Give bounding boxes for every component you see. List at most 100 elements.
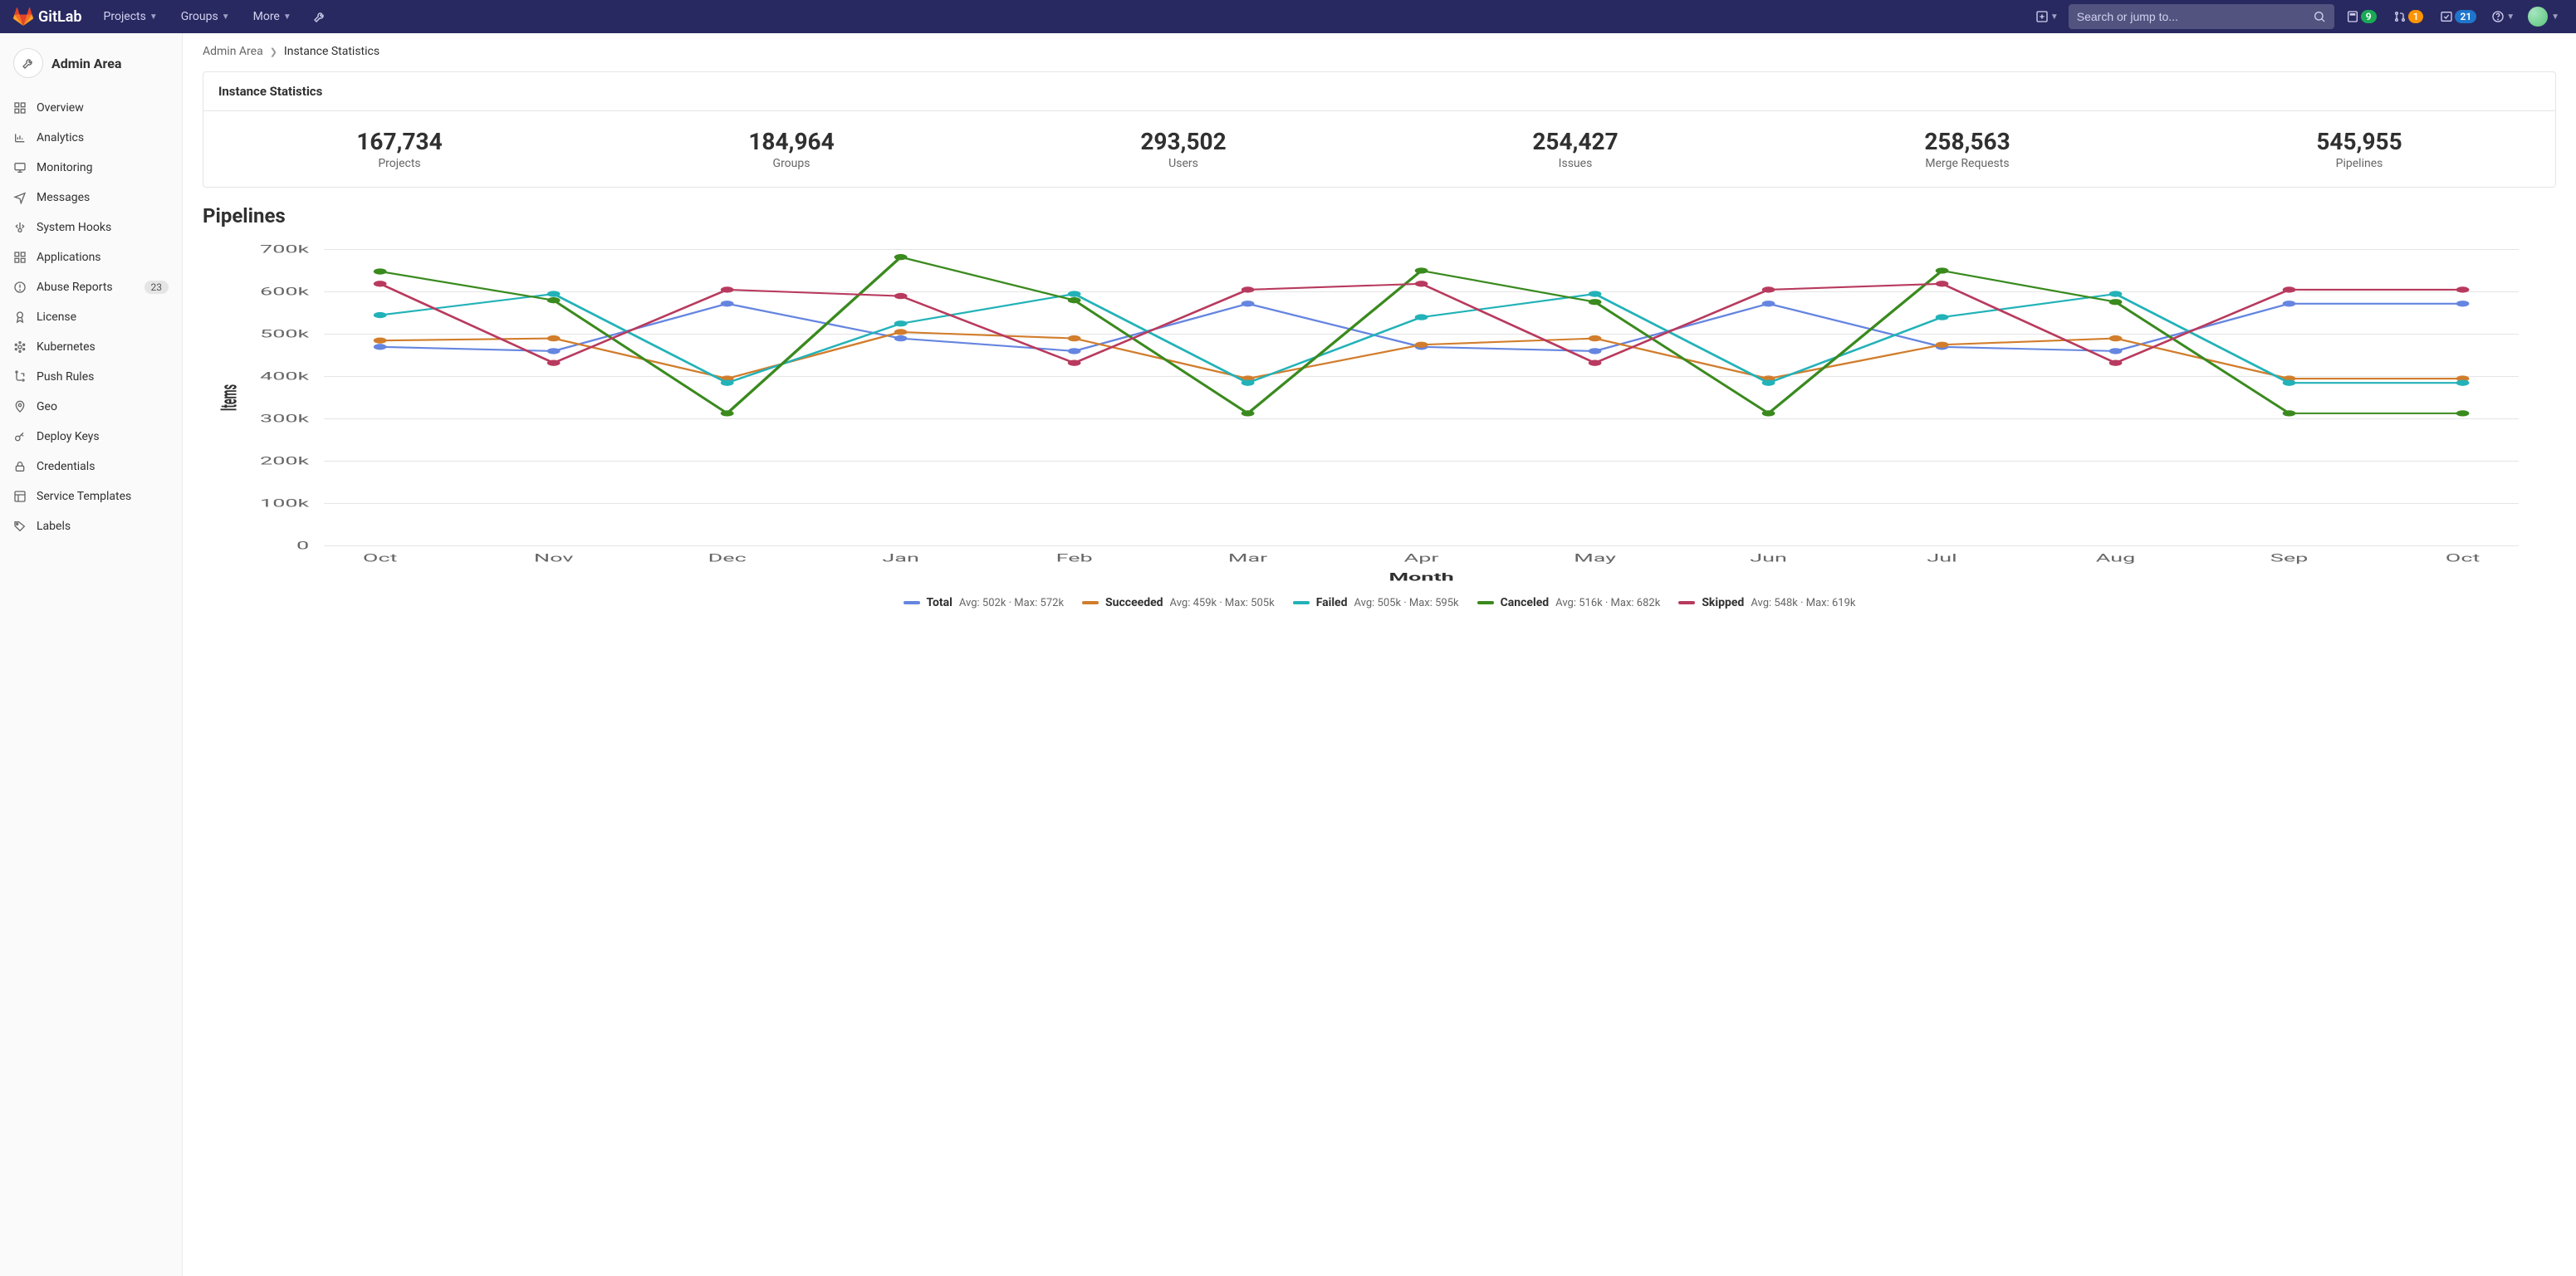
avatar [2528, 7, 2548, 27]
sidebar-item-label: Credentials [37, 460, 95, 473]
plus-menu[interactable]: ▼ [2032, 3, 2062, 30]
sidebar-item-deploy-keys[interactable]: Deploy Keys [0, 422, 182, 452]
svg-text:600k: 600k [260, 286, 310, 298]
legend-stats: Avg: 516k · Max: 682k [1555, 597, 1660, 609]
sidebar-item-abuse-reports[interactable]: Abuse Reports 23 [0, 272, 182, 302]
stat-users: 293,502 Users [987, 128, 1379, 170]
svg-text:300k: 300k [260, 413, 310, 425]
admin-wrench-icon[interactable] [306, 3, 333, 30]
sidebar-item-credentials[interactable]: Credentials [0, 452, 182, 482]
sidebar-item-label: Push Rules [37, 370, 94, 384]
chevron-right-icon: ❯ [270, 46, 277, 57]
legend-name: Skipped [1702, 596, 1744, 609]
svg-text:Month: Month [1389, 571, 1454, 584]
sidebar-item-messages[interactable]: Messages [0, 183, 182, 213]
key-icon [13, 430, 27, 443]
sidebar-item-applications[interactable]: Applications [0, 242, 182, 272]
todos-counter[interactable]: 21 [2435, 10, 2481, 23]
nav-projects[interactable]: Projects▼ [95, 0, 166, 33]
sidebar-item-label: Applications [37, 251, 101, 264]
svg-text:Oct: Oct [2446, 552, 2481, 565]
geo-icon [13, 400, 27, 413]
legend-stats: Avg: 459k · Max: 505k [1170, 597, 1275, 609]
stats-panel: Instance Statistics 167,734Projects184,9… [203, 71, 2556, 188]
abuse-icon [13, 281, 27, 294]
search-icon [2313, 10, 2326, 23]
breadcrumb-root[interactable]: Admin Area [203, 45, 263, 58]
merge-requests-counter[interactable]: 1 [2388, 10, 2429, 23]
sidebar-item-label: System Hooks [37, 221, 111, 234]
sidebar-item-label: Labels [37, 520, 71, 533]
breadcrumb: Admin Area ❯ Instance Statistics [203, 45, 2556, 58]
gitlab-logo[interactable]: GitLab [13, 7, 82, 27]
legend-item-succeeded[interactable]: Succeeded Avg: 459k · Max: 505k [1082, 596, 1275, 609]
legend-item-canceled[interactable]: Canceled Avg: 516k · Max: 682k [1477, 596, 1661, 609]
issues-icon [2346, 10, 2359, 23]
svg-text:Mar: Mar [1228, 552, 1267, 565]
chevron-down-icon: ▼ [2506, 12, 2515, 22]
stat-label: Issues [1379, 157, 1771, 170]
help-icon [2491, 10, 2505, 23]
sidebar-item-push-rules[interactable]: Push Rules [0, 362, 182, 392]
sidebar-item-geo[interactable]: Geo [0, 392, 182, 422]
stat-value: 184,964 [595, 128, 987, 155]
issues-counter[interactable]: 9 [2341, 10, 2382, 23]
help-menu[interactable]: ▼ [2488, 3, 2518, 30]
sidebar-item-label: Overview [37, 101, 84, 115]
panel-title: Instance Statistics [203, 72, 2555, 111]
svg-text:Dec: Dec [708, 552, 747, 565]
sidebar: Admin Area Overview Analytics Monitoring… [0, 33, 183, 1276]
search-input[interactable] [2077, 10, 2313, 23]
admin-area-icon [13, 48, 43, 78]
sidebar-item-kubernetes[interactable]: Kubernetes [0, 332, 182, 362]
sidebar-header[interactable]: Admin Area [0, 40, 182, 93]
sidebar-item-labels[interactable]: Labels [0, 511, 182, 541]
svg-text:Aug: Aug [2096, 552, 2135, 565]
legend-name: Total [927, 596, 953, 609]
sidebar-item-label: Service Templates [37, 490, 131, 503]
sidebar-item-service-templates[interactable]: Service Templates [0, 482, 182, 511]
chevron-down-icon: ▼ [149, 12, 158, 22]
sidebar-title: Admin Area [51, 56, 121, 71]
stat-label: Projects [203, 157, 595, 170]
sidebar-item-label: Kubernetes [37, 340, 95, 354]
sidebar-item-label: Abuse Reports [37, 281, 113, 294]
svg-text:Feb: Feb [1056, 552, 1093, 565]
nav-groups[interactable]: Groups▼ [173, 0, 238, 33]
legend-name: Succeeded [1105, 596, 1163, 609]
sidebar-item-badge: 23 [144, 281, 169, 294]
stat-value: 254,427 [1379, 128, 1771, 155]
svg-text:100k: 100k [260, 497, 310, 510]
sidebar-item-monitoring[interactable]: Monitoring [0, 153, 182, 183]
svg-text:May: May [1574, 552, 1616, 565]
sidebar-item-analytics[interactable]: Analytics [0, 123, 182, 153]
nav-more[interactable]: More▼ [245, 0, 300, 33]
chevron-down-icon: ▼ [222, 12, 230, 22]
sidebar-item-license[interactable]: License [0, 302, 182, 332]
sidebar-item-system-hooks[interactable]: System Hooks [0, 213, 182, 242]
sidebar-item-label: Monitoring [37, 161, 93, 174]
monitor-icon [13, 161, 27, 174]
sidebar-item-label: Geo [37, 400, 57, 413]
user-menu[interactable]: ▼ [2525, 3, 2563, 30]
legend-item-skipped[interactable]: Skipped Avg: 548k · Max: 619k [1678, 596, 1855, 609]
sidebar-item-overview[interactable]: Overview [0, 93, 182, 123]
svg-text:Sep: Sep [2270, 552, 2308, 565]
chevron-down-icon: ▼ [2551, 12, 2559, 22]
sidebar-item-label: Analytics [37, 131, 84, 144]
svg-text:Oct: Oct [363, 552, 398, 565]
stat-label: Groups [595, 157, 987, 170]
main-content: Admin Area ❯ Instance Statistics Instanc… [183, 33, 2576, 1276]
search-box[interactable] [2069, 4, 2334, 29]
stat-value: 293,502 [987, 128, 1379, 155]
legend-swatch [1678, 601, 1695, 604]
hooks-icon [13, 221, 27, 234]
stat-label: Pipelines [2163, 157, 2555, 170]
legend-item-failed[interactable]: Failed Avg: 505k · Max: 595k [1293, 596, 1459, 609]
kubernetes-icon [13, 340, 27, 354]
legend-item-total[interactable]: Total Avg: 502k · Max: 572k [904, 596, 1065, 609]
svg-text:Jun: Jun [1750, 552, 1787, 565]
merge-request-icon [2393, 10, 2407, 23]
stat-label: Users [987, 157, 1379, 170]
lock-icon [13, 460, 27, 473]
